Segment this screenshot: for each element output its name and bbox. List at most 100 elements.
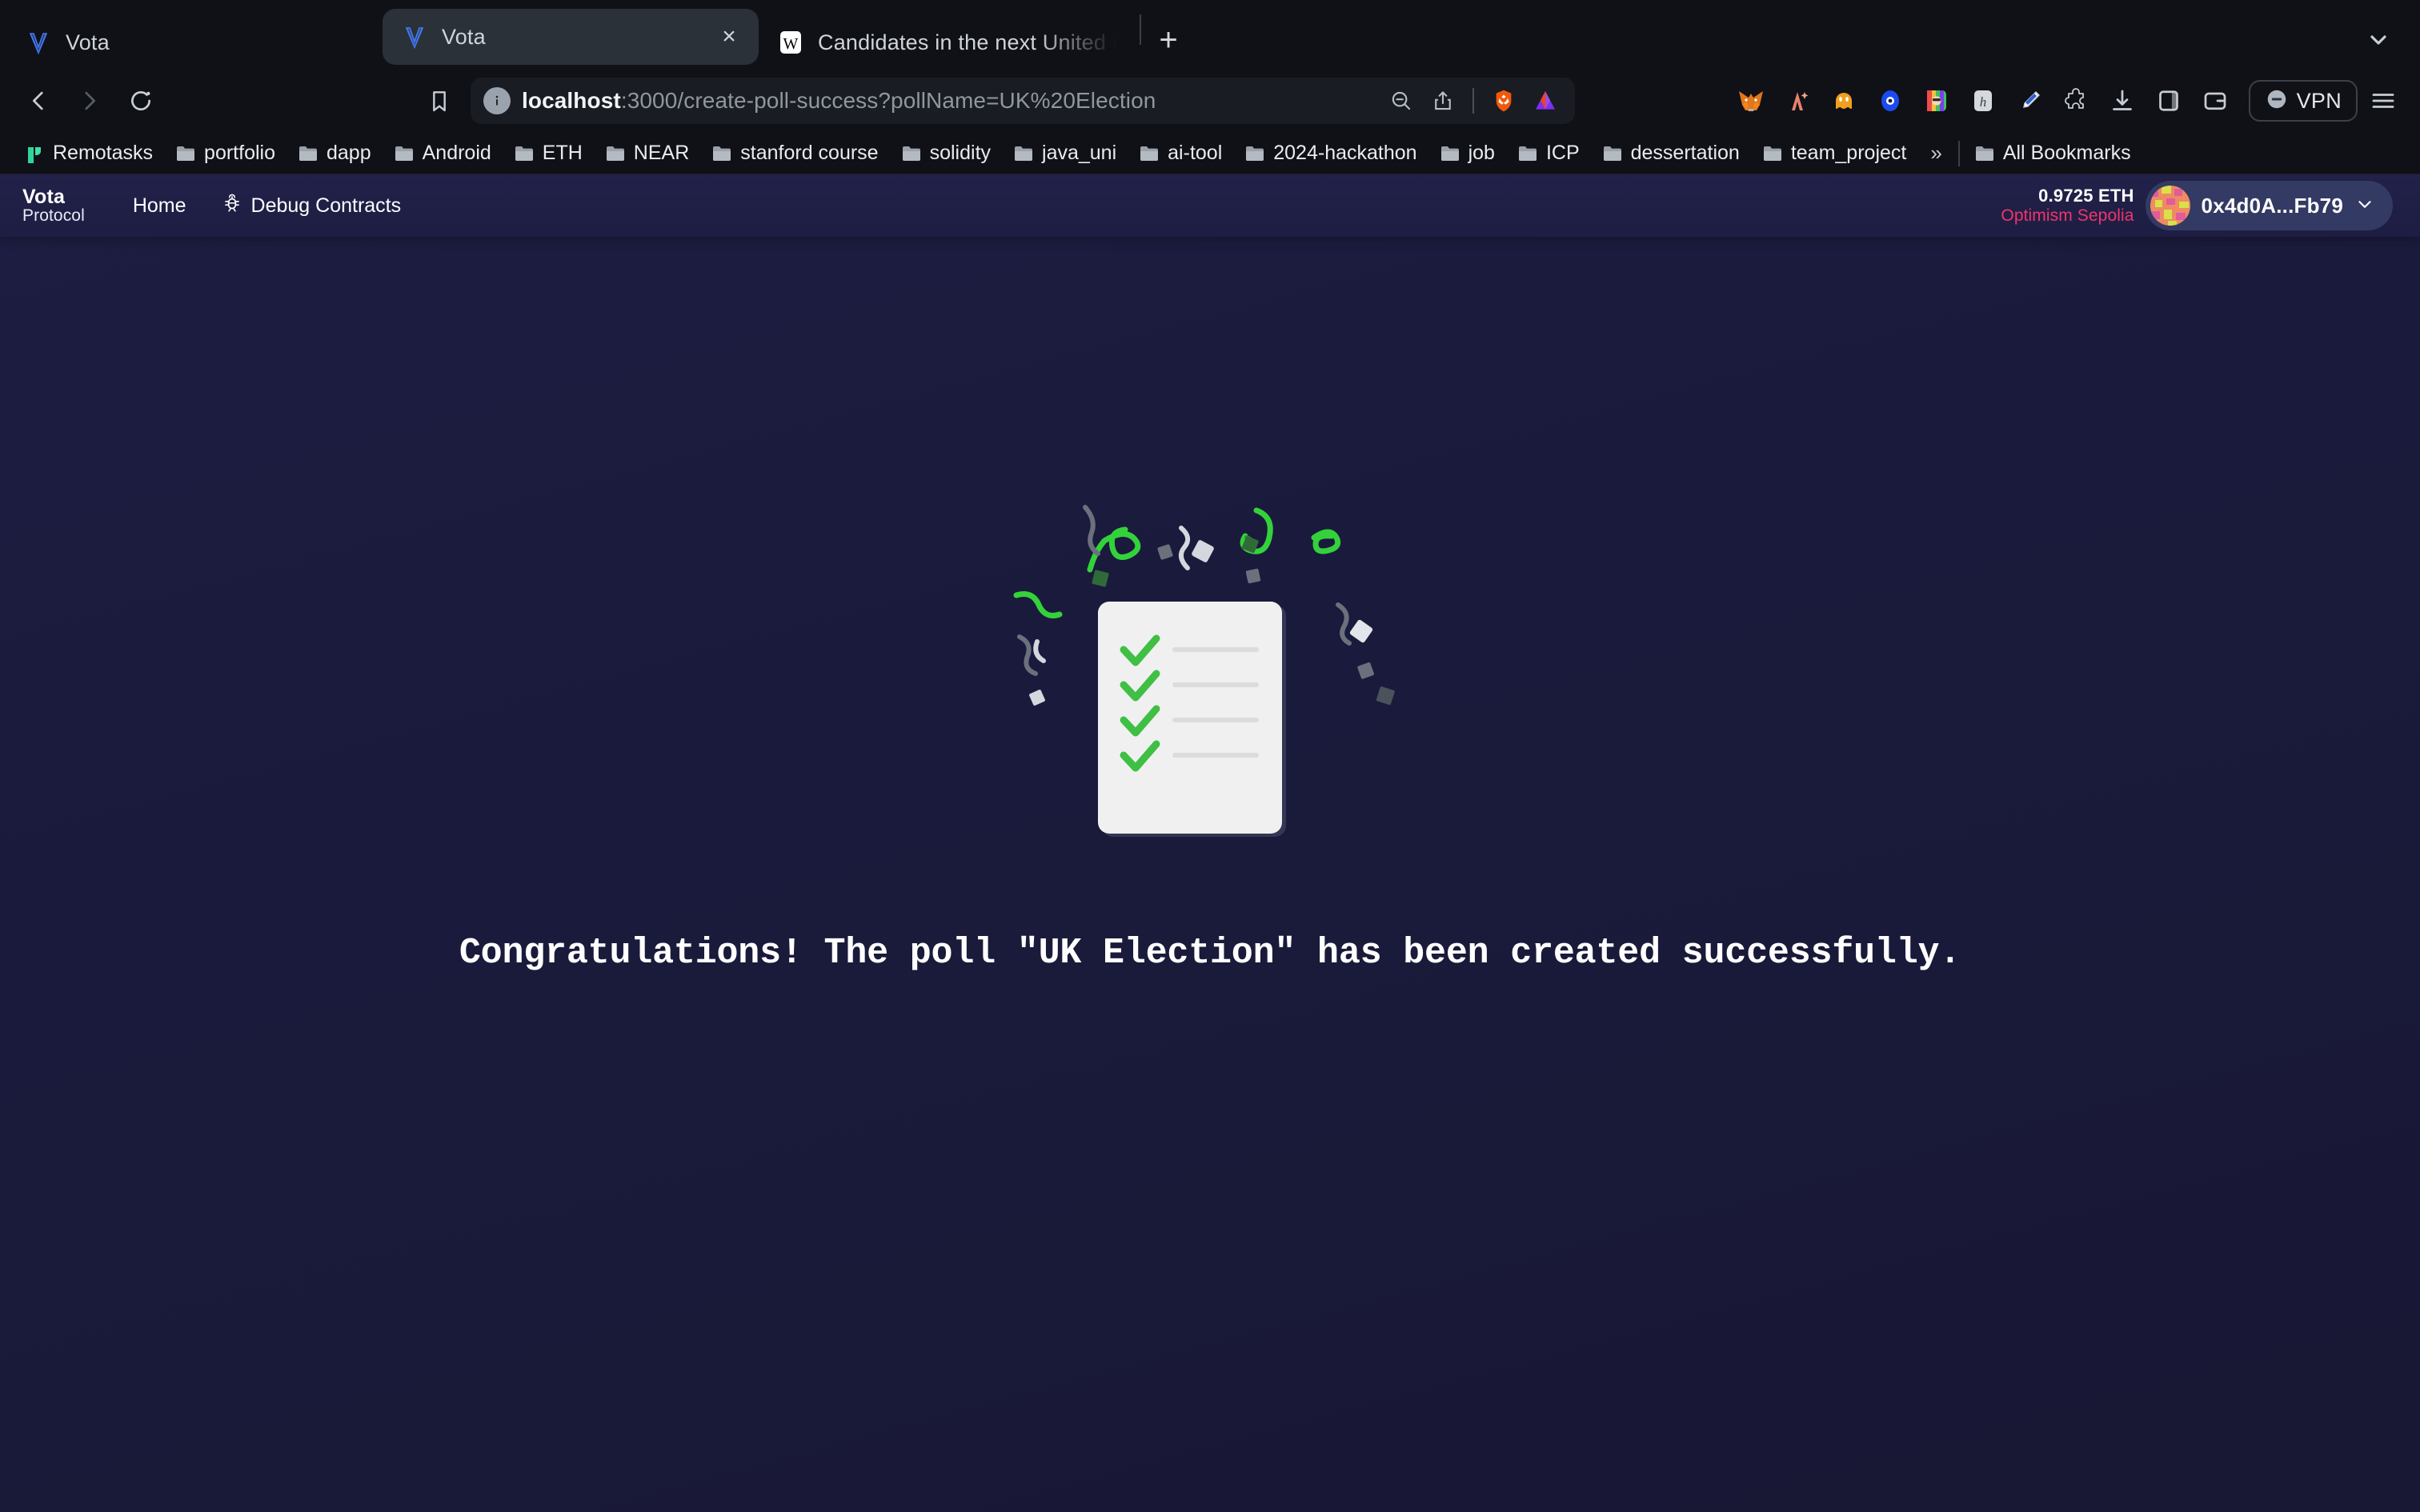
tab-wikipedia-background[interactable]: W Candidates in the next United King xyxy=(759,16,1135,69)
browser-window: Vota Vota × W Candidates in the next Uni… xyxy=(0,0,2420,1512)
new-tab-button[interactable]: + xyxy=(1146,18,1191,62)
share-icon[interactable] xyxy=(1424,82,1461,119)
remotasks-logo-icon xyxy=(24,145,45,163)
bookmark-icon[interactable] xyxy=(416,78,463,124)
nav-item-debug-contracts[interactable]: Debug Contracts xyxy=(204,185,419,227)
reload-button[interactable] xyxy=(117,77,165,125)
extensions-bar: h VPN xyxy=(1730,80,2404,122)
tab-strip-right xyxy=(2361,22,2409,69)
chevron-down-icon xyxy=(2354,194,2375,218)
chevron-down-icon[interactable] xyxy=(2361,22,2396,58)
bookmark-java-uni[interactable]: java_uni xyxy=(1002,136,1128,171)
bookmark-job[interactable]: job xyxy=(1428,136,1506,171)
bat-rewards-icon[interactable] xyxy=(1527,82,1564,119)
vpn-button[interactable]: VPN xyxy=(2248,80,2358,122)
tab-title: Vota xyxy=(66,30,110,54)
folder-icon xyxy=(1139,145,1160,162)
bookmark-label: ai-tool xyxy=(1168,142,1223,164)
bookmark-label: portfolio xyxy=(204,142,275,164)
bookmark-android[interactable]: Android xyxy=(383,136,503,171)
bookmark-near[interactable]: NEAR xyxy=(594,136,700,171)
wallet-card-icon[interactable] xyxy=(2194,80,2236,122)
folder-icon xyxy=(1244,145,1265,162)
bookmark-label: Android xyxy=(422,142,491,164)
bookmark-ai-tool[interactable]: ai-tool xyxy=(1128,136,1233,171)
avatar xyxy=(2150,186,2190,226)
sidebar-panel-icon[interactable] xyxy=(2148,80,2190,122)
tab-title: Candidates in the next United King xyxy=(818,30,1119,54)
brand-logo[interactable]: Vota Protocol xyxy=(22,186,85,225)
all-bookmarks-label: All Bookmarks xyxy=(2002,142,2131,164)
tab-vota-background[interactable]: Vota xyxy=(6,16,383,69)
url-path: :3000/create-poll-success?pollName=UK%20… xyxy=(620,88,1156,113)
url-host: localhost xyxy=(522,88,621,113)
bookmark-label: ICP xyxy=(1545,142,1580,164)
folder-icon xyxy=(394,145,415,162)
folder-icon xyxy=(514,145,535,162)
wikipedia-w-icon: W xyxy=(776,28,805,57)
page-viewport: Vota Protocol Home Debug Contracts 0.972… xyxy=(0,174,2420,1512)
account-button[interactable]: 0x4d0A...Fb79 xyxy=(2145,181,2393,230)
tab-title: Vota xyxy=(442,24,486,49)
puzzle-extensions-icon[interactable] xyxy=(2055,80,2097,122)
bookmark-dessertation[interactable]: dessertation xyxy=(1591,136,1751,171)
brand-name: Vota xyxy=(22,185,66,208)
folder-icon xyxy=(1440,145,1460,162)
browser-toolbar: localhost:3000/create-poll-success?pollN… xyxy=(0,69,2420,133)
back-button[interactable] xyxy=(14,77,62,125)
bookmark-dapp[interactable]: dapp xyxy=(286,136,383,171)
phantom-wallet-icon[interactable] xyxy=(1823,80,1865,122)
bookmark-2024-hackathon[interactable]: 2024-hackathon xyxy=(1233,136,1428,171)
brave-shields-icon[interactable] xyxy=(1485,82,1522,119)
claude-ai-icon[interactable] xyxy=(1777,80,1818,122)
bookmark-label: NEAR xyxy=(633,142,690,164)
success-message: Congratulations! The poll "UK Election" … xyxy=(459,933,1961,974)
folder-icon xyxy=(1013,145,1034,162)
bookmark-portfolio[interactable]: portfolio xyxy=(164,136,286,171)
folder-icon xyxy=(605,145,626,162)
vota-logo-icon xyxy=(400,22,429,51)
folder-icon xyxy=(1602,145,1623,162)
metamask-fox-icon[interactable] xyxy=(1730,80,1772,122)
tab-vota-active[interactable]: Vota × xyxy=(383,9,759,65)
folder-icon xyxy=(1762,145,1783,162)
bookmark-label: java_uni xyxy=(1042,142,1117,164)
success-hero: Congratulations! The poll "UK Election" … xyxy=(0,237,2420,1512)
brand-subtitle: Protocol xyxy=(22,206,85,226)
omnibox-area: localhost:3000/create-poll-success?pollN… xyxy=(176,78,1708,124)
url-text: localhost:3000/create-poll-success?pollN… xyxy=(522,88,1156,114)
bookmark-label: dessertation xyxy=(1630,142,1740,164)
nav-label: Debug Contracts xyxy=(250,194,402,217)
eyedropper-pen-icon[interactable] xyxy=(2009,80,2050,122)
bookmark-remotasks[interactable]: Remotasks xyxy=(13,136,164,171)
bookmarks-bar: Remotasks portfolio dapp Android ETH NEA… xyxy=(0,133,2420,174)
forward-button[interactable] xyxy=(66,77,114,125)
folder-icon xyxy=(175,145,196,162)
all-bookmarks-button[interactable]: All Bookmarks xyxy=(1963,136,2142,171)
bookmark-eth[interactable]: ETH xyxy=(503,136,594,171)
nav-item-home[interactable]: Home xyxy=(115,186,204,226)
download-icon[interactable] xyxy=(2101,80,2143,122)
rainbow-wallet-icon[interactable] xyxy=(1916,80,1957,122)
checklist-confetti-illustration xyxy=(1002,493,1418,845)
bookmark-team-project[interactable]: team_project xyxy=(1751,136,1918,171)
bookmarks-overflow-button[interactable]: » xyxy=(1917,141,1954,166)
bookmark-icp[interactable]: ICP xyxy=(1506,136,1591,171)
svg-text:W: W xyxy=(783,35,799,53)
close-icon[interactable]: × xyxy=(715,23,743,50)
folder-icon xyxy=(901,145,922,162)
bookmark-label: 2024-hackathon xyxy=(1273,142,1417,164)
balance-amount: 0.9725 ETH xyxy=(2038,185,2134,206)
site-info-icon[interactable] xyxy=(483,87,511,114)
bookmark-stanford-course[interactable]: stanford course xyxy=(700,136,889,171)
zoom-out-icon[interactable] xyxy=(1383,82,1420,119)
address-bar[interactable]: localhost:3000/create-poll-success?pollN… xyxy=(471,78,1575,124)
hashpack-icon[interactable]: h xyxy=(1962,80,2004,122)
browser-menu-icon[interactable] xyxy=(2362,80,2404,122)
vota-logo-icon xyxy=(24,28,53,57)
tab-strip: Vota Vota × W Candidates in the next Uni… xyxy=(0,0,2420,69)
bookmark-solidity[interactable]: solidity xyxy=(890,136,1002,171)
bookmark-label: Remotasks xyxy=(53,142,154,164)
worldcoin-icon[interactable] xyxy=(1869,80,1911,122)
bookmarks-divider xyxy=(1957,140,1960,166)
